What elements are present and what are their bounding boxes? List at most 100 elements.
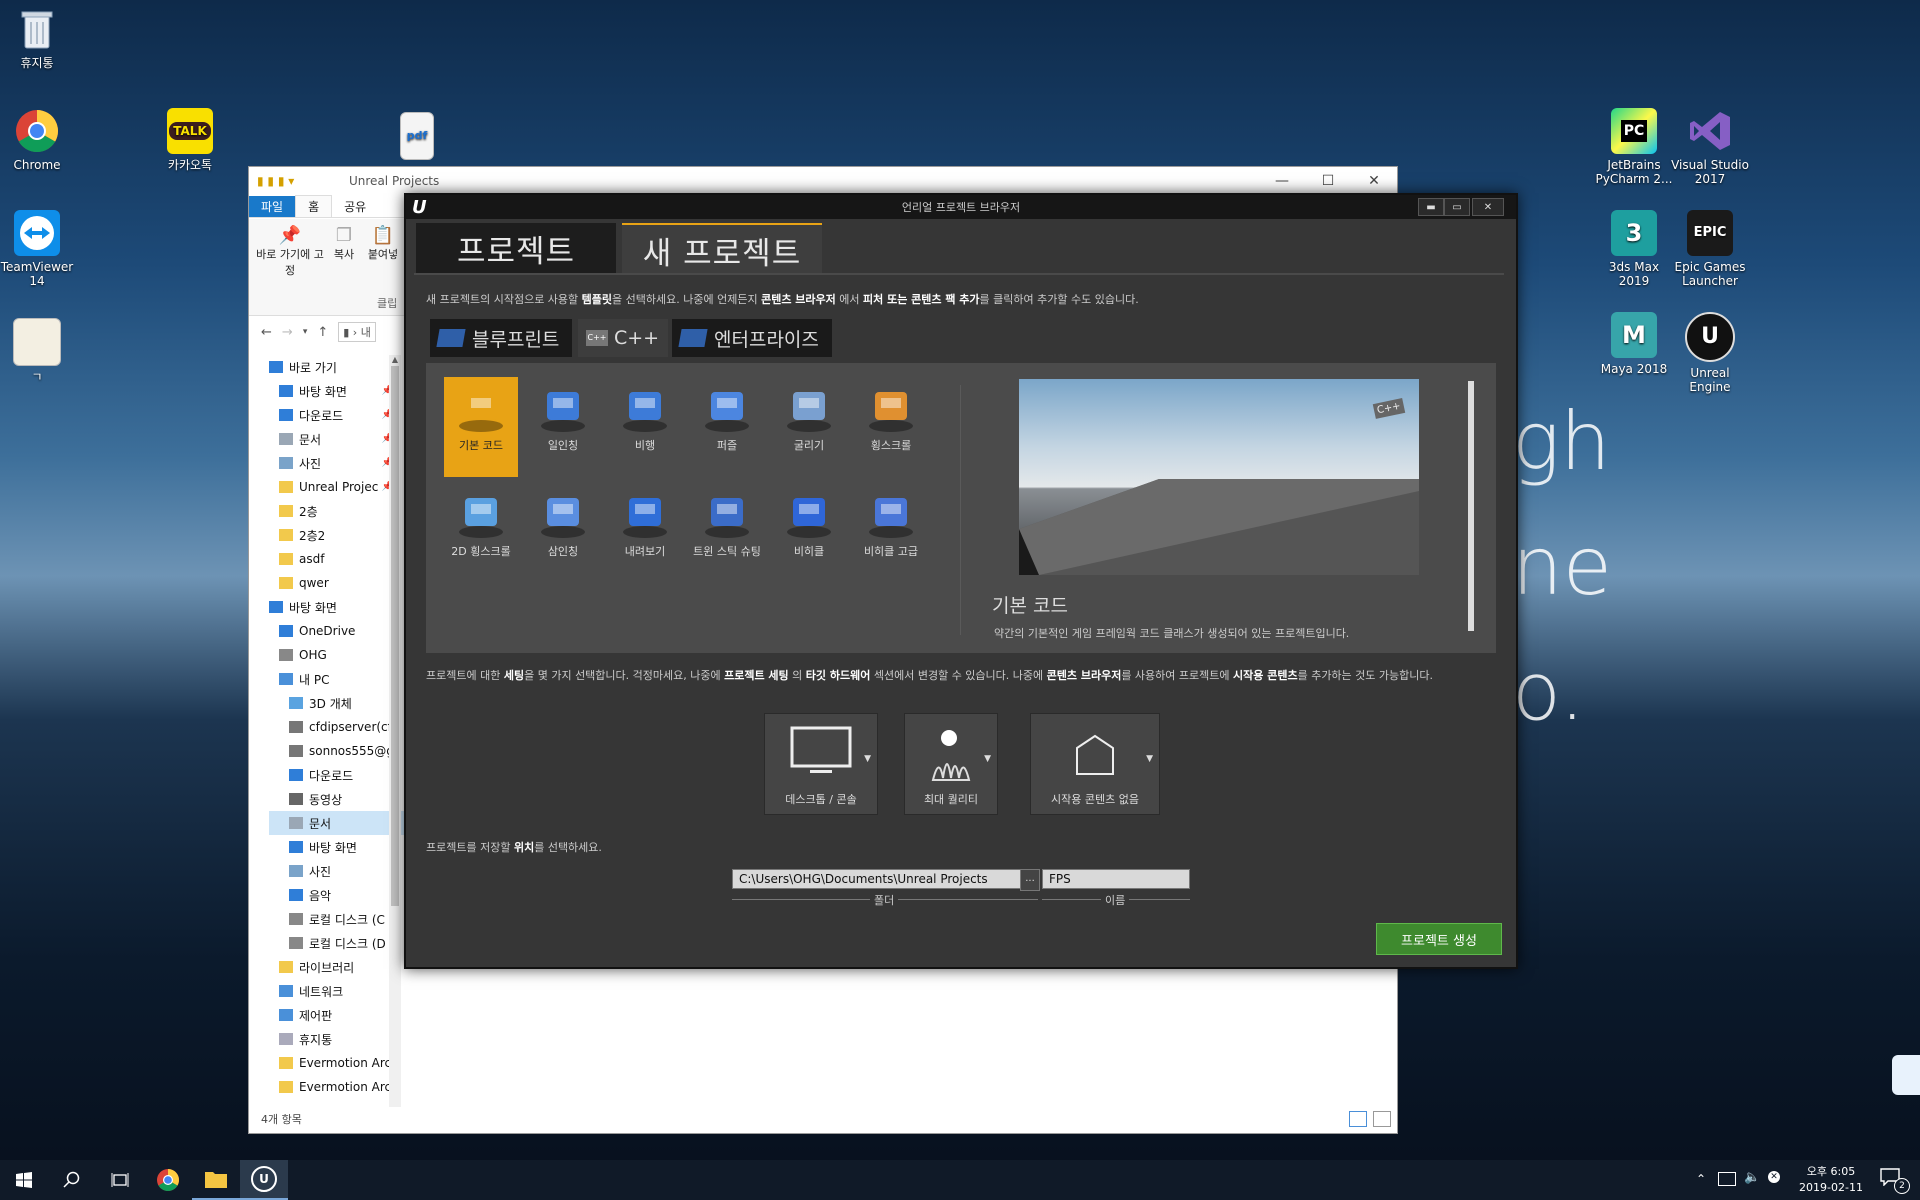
tab-projects[interactable]: 프로젝트 — [416, 223, 616, 273]
nav-item[interactable]: OHG — [269, 643, 407, 667]
template-item[interactable]: 굴리기 — [772, 377, 846, 452]
nav-item[interactable]: 2층 — [269, 499, 407, 523]
task-view-button[interactable] — [96, 1160, 144, 1200]
taskbar-file-explorer[interactable] — [192, 1160, 240, 1200]
address-bar[interactable]: ▮ › 내 — [338, 322, 376, 342]
nav-item[interactable]: sonnos555@g — [269, 739, 407, 763]
forward-icon[interactable]: → — [282, 325, 293, 340]
desktop-icon-3dsmax[interactable]: 3 3ds Max 2019 — [1594, 210, 1674, 288]
nav-item[interactable]: OneDrive — [269, 619, 407, 643]
nav-item[interactable]: Evermotion Arch — [269, 1051, 407, 1075]
nav-item[interactable]: 바탕 화면 — [269, 835, 407, 859]
target-hardware-option[interactable]: ▼ 데스크톱 / 콘솔 — [764, 713, 878, 815]
copy-button[interactable]: ❐ 복사 — [329, 225, 359, 262]
nav-item[interactable]: qwer — [269, 571, 407, 595]
close-button[interactable]: ✕ — [1351, 167, 1397, 195]
ue-minimize-button[interactable]: ▬ — [1418, 198, 1444, 216]
nav-scrollbar[interactable]: ▲ — [389, 355, 401, 1107]
maximize-button[interactable]: ☐ — [1305, 167, 1351, 195]
tab-share[interactable]: 공유 — [332, 196, 378, 217]
preview-scrollbar[interactable] — [1468, 381, 1474, 631]
nav-item[interactable]: 바탕 화면 — [269, 595, 407, 619]
nav-item[interactable]: Evermotion Arch — [269, 1075, 407, 1099]
template-item[interactable]: 횡스크롤 — [854, 377, 928, 452]
template-item[interactable]: 기본 코드 — [444, 377, 518, 477]
nav-item[interactable]: 문서 — [269, 811, 407, 835]
desktop-icon-epic-games[interactable]: EPIC Epic Games Launcher — [1670, 210, 1750, 288]
ue-maximize-button[interactable]: ▭ — [1444, 198, 1470, 216]
search-button[interactable] — [48, 1160, 96, 1200]
clock[interactable]: 오후 6:05 2019-02-11 — [1786, 1164, 1876, 1196]
desktop-icon-unreal[interactable]: U Unreal Engine — [1670, 312, 1750, 394]
nav-item[interactable]: Unreal Projec 📌 — [269, 475, 407, 499]
desktop-icon-pdf[interactable]: pdf — [377, 112, 457, 164]
nav-item[interactable]: 다운로드 📌 — [269, 403, 407, 427]
desktop-icon-pycharm[interactable]: PC JetBrains PyCharm 2... — [1594, 108, 1674, 186]
taskbar-unreal[interactable]: U — [240, 1160, 288, 1200]
scroll-up-icon[interactable]: ▲ — [389, 355, 401, 364]
template-item[interactable]: 비히클 고급 — [854, 483, 928, 558]
template-item[interactable]: 비히클 — [772, 483, 846, 558]
ue-close-button[interactable]: ✕ — [1472, 198, 1504, 216]
nav-item[interactable]: 다운로드 — [269, 763, 407, 787]
action-center-button[interactable]: 2 — [1880, 1168, 1910, 1194]
start-button[interactable] — [0, 1160, 48, 1200]
template-item[interactable]: 2D 횡스크롤 — [444, 483, 518, 558]
tab-enterprise[interactable]: 엔터프라이즈 — [672, 319, 832, 357]
starter-content-option[interactable]: ▼ 시작용 콘텐츠 없음 — [1030, 713, 1160, 815]
desktop-icon-kakaotalk[interactable]: TALK 카카오톡 — [150, 108, 230, 172]
minimize-button[interactable]: — — [1259, 167, 1305, 195]
desktop-icon-file[interactable]: ㄱ — [0, 318, 77, 384]
up-icon[interactable]: ↑ — [317, 325, 328, 340]
desktop-icon-maya[interactable]: M Maya 2018 — [1594, 312, 1674, 376]
nav-item[interactable]: 3D 개체 — [269, 691, 407, 715]
template-item[interactable]: 삼인칭 — [526, 483, 600, 558]
desktop-icon-teamviewer[interactable]: TeamViewer 14 — [0, 210, 77, 288]
teamviewer-widget-icon[interactable] — [1892, 1055, 1920, 1095]
tab-new-project[interactable]: 새 프로젝트 — [622, 223, 822, 275]
quality-option[interactable]: ▼ 최대 퀄리티 — [904, 713, 998, 815]
nav-item[interactable]: 네트워크 — [269, 979, 407, 1003]
pin-button[interactable]: 📌 바로 가기에 고정 — [255, 225, 325, 278]
template-item[interactable]: 퍼즐 — [690, 377, 764, 452]
tab-blueprint[interactable]: 블루프린트 — [430, 319, 572, 357]
network-icon[interactable] — [1718, 1172, 1736, 1186]
paste-button[interactable]: 📋 붙여넣 — [363, 225, 403, 262]
create-project-button[interactable]: 프로젝트 생성 — [1376, 923, 1502, 955]
tab-home[interactable]: 홈 — [295, 195, 333, 217]
details-view-icon[interactable] — [1349, 1111, 1367, 1127]
nav-item[interactable]: 바로 가기 — [269, 355, 407, 379]
nav-item[interactable]: 2층2 — [269, 523, 407, 547]
scroll-thumb[interactable] — [391, 366, 399, 906]
nav-item[interactable]: 사진 📌 — [269, 451, 407, 475]
nav-item[interactable]: 로컬 디스크 (C — [269, 907, 407, 931]
back-icon[interactable]: ← — [261, 325, 272, 340]
folder-path-input[interactable]: C:\Users\OHG\Documents\Unreal Projects — [732, 869, 1024, 889]
nav-item[interactable]: asdf — [269, 547, 407, 571]
nav-item[interactable]: cfdipserver(cfd — [269, 715, 407, 739]
nav-item[interactable]: 사진 — [269, 859, 407, 883]
nav-item[interactable]: 동영상 — [269, 787, 407, 811]
template-item[interactable]: 일인칭 — [526, 377, 600, 452]
desktop-icon-chrome[interactable]: Chrome — [0, 108, 77, 172]
tab-cpp[interactable]: C++ C++ — [578, 319, 668, 357]
desktop-icon-recycle-bin[interactable]: 휴지통 — [0, 6, 77, 70]
template-item[interactable]: 내려보기 — [608, 483, 682, 558]
nav-item[interactable]: 제어판 — [269, 1003, 407, 1027]
volume-icon[interactable]: 🔈 — [1744, 1170, 1760, 1185]
project-name-input[interactable]: FPS — [1042, 869, 1190, 889]
taskbar-chrome[interactable] — [144, 1160, 192, 1200]
browse-folder-button[interactable]: ... — [1020, 869, 1040, 891]
nav-item[interactable]: 문서 📌 — [269, 427, 407, 451]
desktop-icon-visual-studio[interactable]: Visual Studio 2017 — [1670, 108, 1750, 186]
nav-item[interactable]: 휴지통 — [269, 1027, 407, 1051]
tab-file[interactable]: 파일 — [249, 196, 296, 217]
nav-item[interactable]: 음악 — [269, 883, 407, 907]
recent-icon[interactable]: ▾ — [303, 327, 308, 337]
quick-access-toolbar[interactable]: ▮ ▮ ▮ ▾ — [249, 174, 347, 188]
tiles-view-icon[interactable] — [1373, 1111, 1391, 1127]
nav-item[interactable]: 내 PC — [269, 667, 407, 691]
template-item[interactable]: 비행 — [608, 377, 682, 452]
nav-item[interactable]: 라이브러리 — [269, 955, 407, 979]
nav-item[interactable]: 바탕 화면 📌 — [269, 379, 407, 403]
